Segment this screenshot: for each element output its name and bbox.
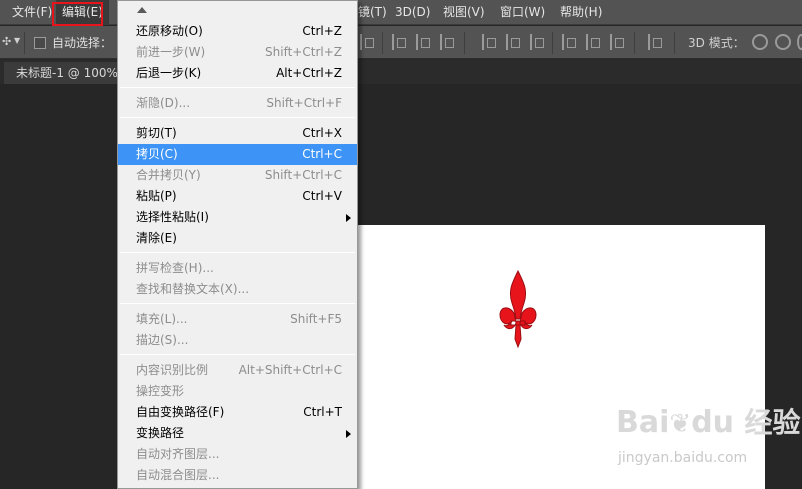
divider — [464, 32, 465, 54]
menu-item-clear[interactable]: 清除(E) — [118, 228, 357, 249]
menu-filter[interactable]: 镜(T) — [358, 0, 387, 25]
baidu-watermark-logo: Bai❦du 经验 — [616, 405, 801, 440]
chevron-down-icon[interactable]: ▼ — [14, 36, 20, 45]
drag-3d-icon[interactable] — [797, 34, 802, 50]
distribute-right-icon[interactable] — [530, 34, 544, 50]
distribute-hcenter-icon[interactable] — [506, 34, 520, 50]
baidu-watermark-url: jingyan.baidu.com — [618, 450, 748, 466]
menu-separator — [120, 87, 355, 88]
distribute-spacing-center-icon[interactable] — [586, 34, 600, 50]
menu-item-copy[interactable]: 拷贝(C) Ctrl+C — [118, 144, 357, 165]
auto-select-checkbox[interactable] — [34, 37, 46, 49]
divider — [382, 32, 383, 54]
menu-window[interactable]: 窗口(W) — [500, 0, 545, 25]
menu-separator — [120, 303, 355, 304]
divider — [634, 32, 635, 54]
divider — [24, 32, 25, 54]
distribute-left-icon[interactable] — [482, 34, 496, 50]
distribute-top-icon[interactable] — [392, 34, 406, 50]
menu-item-puppet-warp: 操控变形 — [136, 384, 185, 398]
menu-file[interactable]: 文件(F) — [12, 0, 52, 25]
scroll-up-arrow-icon[interactable] — [118, 1, 357, 21]
edit-menu-dropdown: 还原移动(O) Ctrl+Z 前进一步(W) Shift+Ctrl+Z 后退一步(K… — [117, 0, 358, 489]
menu-item-free-transform-path[interactable]: 自由变换路径(F) Ctrl+T — [118, 402, 357, 423]
annotation-highlight-box — [52, 2, 103, 26]
submenu-arrow-icon — [346, 430, 351, 438]
menu-item-auto-align-layers: 自动对齐图层... — [136, 447, 220, 461]
roll-3d-icon[interactable] — [775, 34, 791, 50]
distribute-spacing-left-icon[interactable] — [562, 34, 576, 50]
menu-item-cut[interactable]: 剪切(T) Ctrl+X — [118, 123, 357, 144]
menu-item-paste[interactable]: 粘贴(P) Ctrl+V — [118, 186, 357, 207]
document-canvas[interactable]: Bai❦du 经验 jingyan.baidu.com — [356, 225, 801, 489]
menu-item-undo-move[interactable]: 还原移动(O) Ctrl+Z — [118, 21, 357, 42]
fleur-de-lis-shape — [499, 269, 537, 349]
divider — [552, 32, 553, 54]
distribute-vcenter-icon[interactable] — [416, 34, 430, 50]
menu-item-fade: 渐隐(D)... Shift+Ctrl+F — [136, 96, 342, 110]
menu-item-step-backward[interactable]: 后退一步(K) Alt+Ctrl+Z — [118, 63, 357, 84]
menu-item-stroke: 描边(S)... — [136, 333, 189, 347]
menu-item-spell-check: 拼写检查(H)... — [136, 261, 214, 275]
menu-separator — [120, 354, 355, 355]
menu-3d[interactable]: 3D(D) — [395, 0, 430, 25]
rotate-3d-icon[interactable] — [752, 34, 768, 50]
menu-item-step-forward: 前进一步(W) Shift+Ctrl+Z — [136, 45, 342, 59]
divider — [674, 32, 675, 54]
move-tool-icon[interactable]: ✣ — [2, 35, 11, 48]
menu-item-content-aware-scale: 内容识别比例 Alt+Shift+Ctrl+C — [136, 363, 342, 377]
auto-align-layers-icon[interactable] — [648, 34, 662, 50]
menu-item-auto-blend-layers: 自动混合图层... — [136, 468, 220, 482]
align-right-edges-icon[interactable] — [360, 34, 374, 50]
distribute-bottom-icon[interactable] — [440, 34, 454, 50]
menu-item-transform-path[interactable]: 变换路径 — [118, 423, 357, 444]
menu-item-copy-merged: 合并拷贝(Y) Shift+Ctrl+C — [136, 168, 342, 182]
mode-3d-label: 3D 模式： — [688, 36, 745, 50]
menu-item-paste-special[interactable]: 选择性粘贴(I) — [118, 207, 357, 228]
menu-separator — [120, 252, 355, 253]
auto-select-label: 自动选择： — [52, 36, 113, 50]
document-tab[interactable]: 未标题-1 @ 100% — [4, 62, 118, 84]
distribute-spacing-right-icon[interactable] — [610, 34, 624, 50]
submenu-arrow-icon — [346, 214, 351, 222]
menu-help[interactable]: 帮助(H) — [560, 0, 602, 25]
menu-view[interactable]: 视图(V) — [443, 0, 485, 25]
menu-item-find-replace: 查找和替换文本(X)... — [136, 282, 250, 296]
menu-item-fill: 填充(L)... Shift+F5 — [136, 312, 342, 326]
menu-separator — [120, 117, 355, 118]
